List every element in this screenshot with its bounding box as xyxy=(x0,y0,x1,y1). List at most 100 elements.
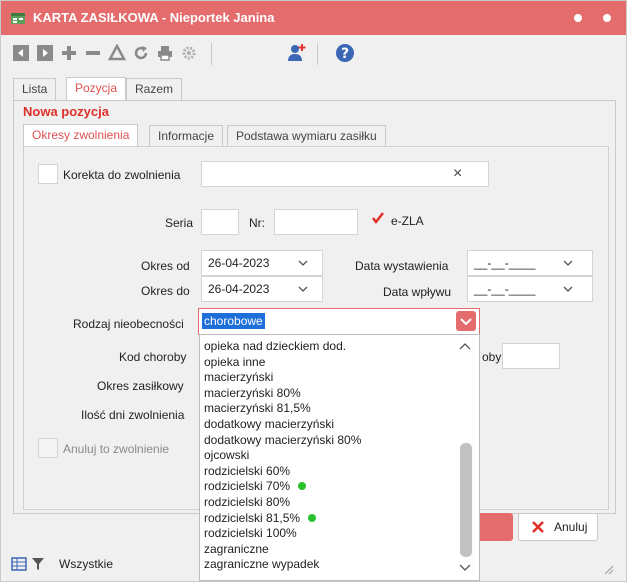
window: KARTA ZASIŁKOWA - Nieportek Janina ? Lis… xyxy=(0,0,627,582)
data-wplywu-field[interactable]: __-__-____ xyxy=(467,276,593,302)
list-item-label: ojcowski xyxy=(204,448,250,463)
close-icon xyxy=(532,521,544,533)
status-dot-icon xyxy=(308,513,317,522)
app-icon xyxy=(11,13,25,24)
filter-icon[interactable] xyxy=(31,557,45,571)
triangle-icon[interactable] xyxy=(107,43,127,63)
minus-icon[interactable] xyxy=(83,43,103,63)
add-user-icon[interactable] xyxy=(287,43,307,63)
list-item-label: macierzyński xyxy=(204,370,274,385)
print-icon[interactable] xyxy=(155,43,175,63)
list-item-label: zagraniczne wypadek xyxy=(204,557,320,572)
list-item-label: rodzicielski 60% xyxy=(204,463,291,478)
korekta-label: Korekta do zwolnienia xyxy=(63,168,181,182)
tab-lista[interactable]: Lista xyxy=(13,78,57,100)
list-item[interactable]: dodatkowy macierzyński xyxy=(204,417,334,431)
anuluj-checkbox[interactable] xyxy=(38,438,58,458)
list-item[interactable]: dodatkowy macierzyński 80% xyxy=(204,433,361,447)
list-item[interactable]: opieka nad dzieckiem dod. xyxy=(204,339,346,353)
ezla-checkmark-icon[interactable] xyxy=(371,211,385,225)
anuluj-button[interactable]: Anuluj xyxy=(518,513,598,541)
chevron-down-icon[interactable] xyxy=(563,258,573,268)
data-wplywu-value: __-__-____ xyxy=(474,282,536,296)
grid-icon[interactable] xyxy=(11,557,27,571)
toolbar: ? xyxy=(1,35,626,71)
resize-grip-icon[interactable] xyxy=(602,563,614,575)
settings-icon[interactable] xyxy=(179,43,199,63)
rodzaj-select[interactable]: chorobowe xyxy=(198,308,480,335)
seria-field[interactable] xyxy=(201,209,239,235)
help-icon[interactable]: ? xyxy=(335,43,355,63)
list-item-label: macierzyński 81,5% xyxy=(204,401,311,416)
list-item[interactable]: zagraniczne wypadek xyxy=(204,557,319,571)
next-icon[interactable] xyxy=(35,43,55,63)
list-item[interactable]: zagraniczne xyxy=(204,542,269,556)
oby-field[interactable] xyxy=(502,343,560,369)
tab-okresy-zwolnienia[interactable]: Okresy zwolnienia xyxy=(23,124,139,147)
refresh-icon[interactable] xyxy=(131,43,151,63)
first-icon[interactable] xyxy=(11,43,31,63)
list-item-label: rodzicielski 81,5% xyxy=(204,510,301,525)
okres-zasilkowy-label: Okres zasiłkowy xyxy=(97,379,184,393)
okres-do-value: 26-04-2023 xyxy=(208,282,270,296)
list-item[interactable]: ojcowski xyxy=(204,448,249,462)
list-item-label: macierzyński 80% xyxy=(204,385,301,400)
chevron-up-icon[interactable] xyxy=(458,341,472,351)
data-wystawienia-value: __-__-____ xyxy=(474,256,536,270)
list-item[interactable]: macierzyński 80% xyxy=(204,386,301,400)
rodzaj-value: chorobowe xyxy=(202,313,265,329)
seria-label: Seria xyxy=(165,216,194,230)
list-item[interactable]: rodzicielski 100% xyxy=(204,526,297,540)
panel-title: Nowa pozycja xyxy=(23,104,109,119)
tab-pozycja[interactable]: Pozycja xyxy=(66,77,127,100)
status-dot-icon xyxy=(298,482,307,491)
list-item-label: rodzicielski 80% xyxy=(204,495,291,509)
plus-icon[interactable] xyxy=(59,43,79,63)
ezla-label: e-ZLA xyxy=(391,214,424,228)
tab-razem[interactable]: Razem xyxy=(126,78,183,100)
chevron-down-icon xyxy=(460,318,472,326)
list-item[interactable]: rodzicielski 70% xyxy=(204,479,307,494)
ilosc-dni-label: Ilość dni zwolnienia xyxy=(81,408,185,422)
anuluj-button-label: Anuluj xyxy=(554,520,588,534)
list-item[interactable]: opieka inne xyxy=(204,355,265,369)
data-wplywu-label: Data wpływu xyxy=(383,285,452,299)
data-wystawienia-label: Data wystawienia xyxy=(355,259,449,273)
list-item[interactable]: macierzyński 81,5% xyxy=(204,401,311,415)
svg-text:?: ? xyxy=(341,46,349,62)
tab-podstawa-wymiaru[interactable]: Podstawa wymiaru zasiłku xyxy=(227,125,386,147)
clear-icon[interactable]: × xyxy=(453,165,462,183)
list-item-label: opieka nad dzieckiem dod. xyxy=(204,339,347,353)
oby-label: oby xyxy=(482,350,502,364)
list-item[interactable]: rodzicielski 80% xyxy=(204,495,290,509)
list-item-label: dodatkowy macierzyński xyxy=(204,417,335,431)
toolbar-separator xyxy=(211,43,212,65)
list-item[interactable]: rodzicielski 81,5% xyxy=(204,510,317,525)
list-item-label: zagraniczne xyxy=(204,541,269,556)
okres-od-value: 26-04-2023 xyxy=(208,256,270,270)
okres-do-label: Okres do xyxy=(141,284,190,298)
list-item-label: rodzicielski 70% xyxy=(204,479,291,494)
korekta-field[interactable] xyxy=(201,161,489,187)
list-item-label: opieka inne xyxy=(204,354,266,369)
chevron-down-icon[interactable] xyxy=(563,284,573,294)
scrollbar-thumb[interactable] xyxy=(460,443,472,557)
dropdown-button[interactable] xyxy=(456,311,476,331)
toolbar-separator xyxy=(317,43,318,65)
chevron-down-icon[interactable] xyxy=(458,563,472,573)
rodzaj-dropdown-list[interactable]: opieka nad dzieckiem dod. opieka inne maci… xyxy=(199,334,480,581)
list-item[interactable]: rodzicielski 60% xyxy=(204,464,290,478)
list-item[interactable]: macierzyński xyxy=(204,370,273,384)
data-wystawienia-field[interactable]: __-__-____ xyxy=(467,250,593,276)
chevron-down-icon[interactable] xyxy=(298,258,308,268)
list-item-label: rodzicielski 100% xyxy=(204,526,297,541)
minimize-dot-icon[interactable] xyxy=(574,14,582,22)
close-dot-icon[interactable] xyxy=(603,14,611,22)
tab-informacje[interactable]: Informacje xyxy=(149,125,224,147)
chevron-down-icon[interactable] xyxy=(298,284,308,294)
nr-field[interactable] xyxy=(274,209,358,235)
window-title: KARTA ZASIŁKOWA - Nieportek Janina xyxy=(33,10,275,25)
kod-choroby-label: Kod choroby xyxy=(119,350,187,364)
korekta-checkbox[interactable] xyxy=(38,164,58,184)
okres-od-label: Okres od xyxy=(141,259,190,273)
